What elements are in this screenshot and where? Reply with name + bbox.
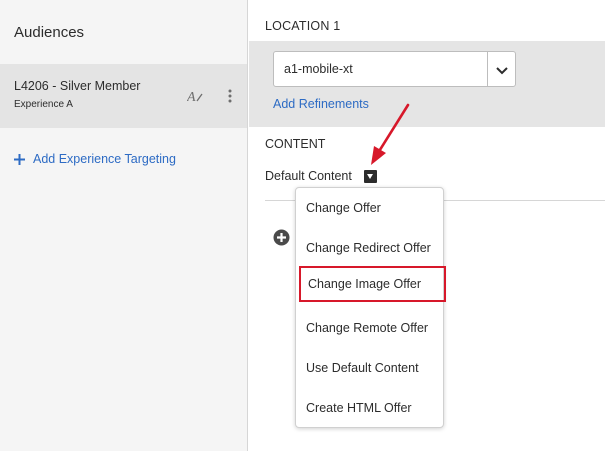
caret-down-icon[interactable]: [364, 170, 377, 183]
add-circle-icon[interactable]: [273, 229, 290, 246]
content-label: CONTENT: [265, 137, 326, 151]
default-content-label: Default Content: [265, 169, 352, 183]
menu-item-create-html-offer[interactable]: Create HTML Offer: [296, 394, 443, 424]
location-select[interactable]: a1-mobile-xt: [273, 51, 516, 87]
menu-item-label: Change Offer: [306, 201, 381, 215]
location-section: a1-mobile-xt Add Refinements: [249, 41, 605, 127]
menu-item-change-image-offer[interactable]: Change Image Offer: [299, 266, 446, 302]
sidebar-title: Audiences: [14, 24, 85, 41]
audience-name: L4206 - Silver Member: [14, 79, 141, 93]
audience-item-selected[interactable]: L4206 - Silver Member Experience A A: [0, 64, 247, 128]
red-arrow-icon: [371, 103, 410, 165]
svg-text:A: A: [187, 90, 196, 104]
add-experience-targeting-link[interactable]: Add Experience Targeting: [13, 152, 176, 166]
rename-icon[interactable]: A: [187, 88, 203, 104]
menu-item-label: Create HTML Offer: [306, 401, 412, 415]
audiences-sidebar: Audiences L4206 - Silver Member Experien…: [0, 0, 248, 451]
chevron-down-icon[interactable]: [494, 62, 510, 78]
select-divider: [487, 52, 488, 86]
add-targeting-label: Add Experience Targeting: [33, 152, 176, 166]
menu-item-change-remote-offer[interactable]: Change Remote Offer: [296, 314, 443, 344]
menu-item-label: Change Remote Offer: [306, 321, 429, 335]
menu-item-label: Use Default Content: [306, 361, 419, 375]
location-select-value: a1-mobile-xt: [284, 62, 353, 76]
add-refinements-link[interactable]: Add Refinements: [273, 97, 369, 111]
menu-item-use-default-content[interactable]: Use Default Content: [296, 354, 443, 384]
experience-label: Experience A: [14, 99, 73, 110]
menu-item-label: Change Redirect Offer: [306, 241, 431, 255]
plus-icon: [14, 153, 25, 165]
location-label: LOCATION 1: [265, 19, 341, 33]
menu-item-change-redirect-offer[interactable]: Change Redirect Offer: [296, 234, 443, 264]
menu-item-change-offer[interactable]: Change Offer: [296, 194, 443, 224]
content-actions-menu: Change Offer Change Redirect Offer Chang…: [295, 187, 446, 428]
more-vertical-icon[interactable]: [224, 88, 236, 104]
menu-item-label: Change Image Offer: [308, 277, 422, 291]
